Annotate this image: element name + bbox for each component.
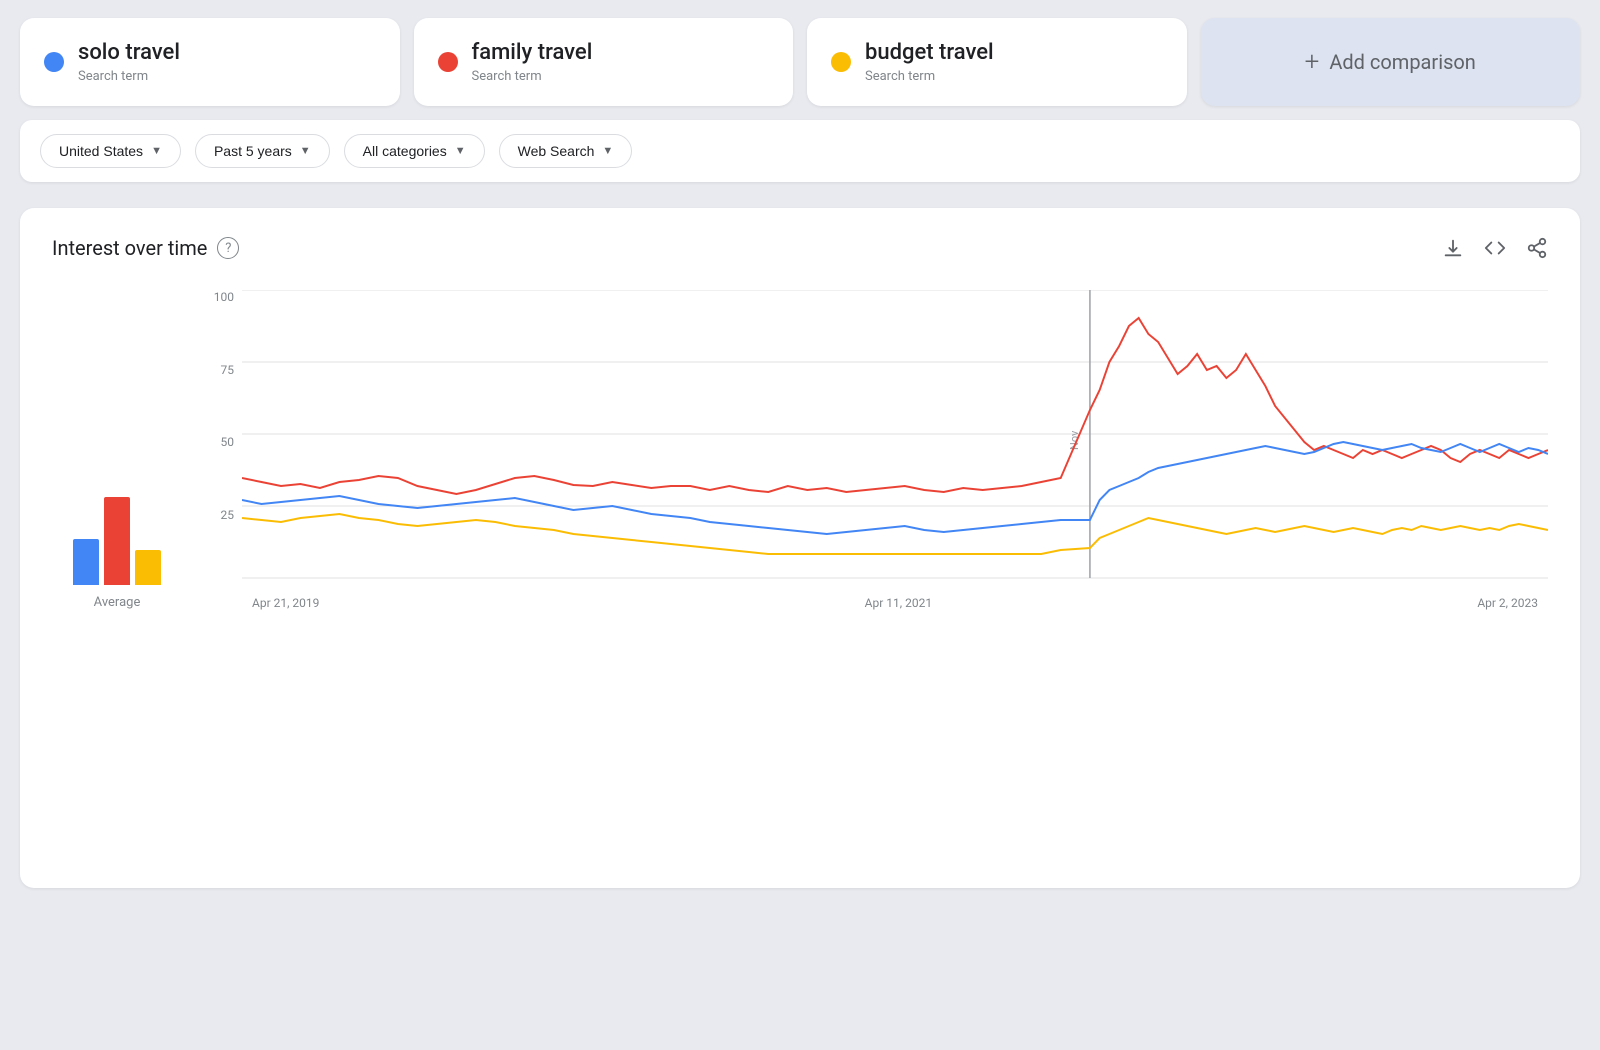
family-info: family travel Search term [472, 40, 593, 84]
help-icon[interactable]: ? [217, 237, 239, 259]
solo-dot [44, 52, 64, 72]
search-term-card-family[interactable]: family travel Search term [414, 18, 794, 106]
chevron-down-icon: ▼ [300, 145, 311, 157]
y-label-100: 100 [214, 290, 234, 304]
embed-button[interactable] [1484, 237, 1506, 259]
x-label-2021: Apr 11, 2021 [865, 596, 932, 610]
x-label-2019: Apr 21, 2019 [252, 596, 319, 610]
search-terms-row: solo travel Search term family travel Se… [20, 18, 1580, 106]
chevron-down-icon: ▼ [602, 145, 613, 157]
filter-timerange-label: Past 5 years [214, 143, 292, 159]
budget-term-type: Search term [865, 69, 994, 84]
chart-title: Interest over time [52, 236, 207, 260]
chart-actions [1442, 237, 1548, 259]
y-label-75: 75 [221, 363, 235, 377]
chart-header: Interest over time ? [52, 236, 1548, 260]
solo-term-type: Search term [78, 69, 180, 84]
solo-term-name: solo travel [78, 40, 180, 66]
family-term-type: Search term [472, 69, 593, 84]
avg-label: Average [94, 595, 141, 610]
add-comparison-card[interactable]: + Add comparison [1201, 18, 1581, 106]
line-chart-container: 100 75 50 25 Nov [192, 290, 1548, 610]
chart-area: Average 100 75 50 25 [52, 290, 1548, 610]
top-section: solo travel Search term family travel Se… [0, 0, 1600, 192]
avg-bars [73, 475, 161, 585]
filters-row: United States ▼ Past 5 years ▼ All categ… [20, 120, 1580, 182]
filter-region-label: United States [59, 143, 143, 159]
share-button[interactable] [1526, 237, 1548, 259]
download-button[interactable] [1442, 237, 1464, 259]
chevron-down-icon: ▼ [151, 145, 162, 157]
family-dot [438, 52, 458, 72]
main-content: Interest over time ? [20, 208, 1580, 888]
add-comparison-label: Add comparison [1329, 50, 1476, 74]
y-label-50: 50 [221, 435, 235, 449]
filter-timerange[interactable]: Past 5 years ▼ [195, 134, 330, 168]
search-term-card-solo[interactable]: solo travel Search term [20, 18, 400, 106]
budget-term-name: budget travel [865, 40, 994, 66]
avg-bar-section: Average [52, 475, 182, 610]
x-label-2023: Apr 2, 2023 [1477, 596, 1538, 610]
chevron-down-icon: ▼ [455, 145, 466, 157]
chart-svg: Nov [242, 290, 1548, 580]
download-icon [1442, 237, 1464, 259]
filter-searchtype-label: Web Search [518, 143, 595, 159]
avg-bar-solo [73, 539, 99, 585]
filter-region[interactable]: United States ▼ [40, 134, 181, 168]
avg-bar-family [104, 497, 130, 585]
embed-icon [1484, 237, 1506, 259]
budget-dot [831, 52, 851, 72]
search-term-card-budget[interactable]: budget travel Search term [807, 18, 1187, 106]
chart-title-group: Interest over time ? [52, 236, 239, 260]
x-axis-labels: Apr 21, 2019 Apr 11, 2021 Apr 2, 2023 [242, 596, 1548, 610]
family-travel-line [242, 318, 1548, 494]
budget-travel-line [242, 514, 1548, 554]
y-axis: 100 75 50 25 [192, 290, 242, 580]
filter-searchtype[interactable]: Web Search ▼ [499, 134, 633, 168]
add-icon: + [1305, 47, 1320, 77]
filter-categories[interactable]: All categories ▼ [344, 134, 485, 168]
avg-bar-budget [135, 550, 161, 585]
filter-categories-label: All categories [363, 143, 447, 159]
family-term-name: family travel [472, 40, 593, 66]
budget-info: budget travel Search term [865, 40, 994, 84]
share-icon [1526, 237, 1548, 259]
y-label-25: 25 [221, 508, 235, 522]
chart-svg-area: Nov [242, 290, 1548, 580]
solo-info: solo travel Search term [78, 40, 180, 84]
